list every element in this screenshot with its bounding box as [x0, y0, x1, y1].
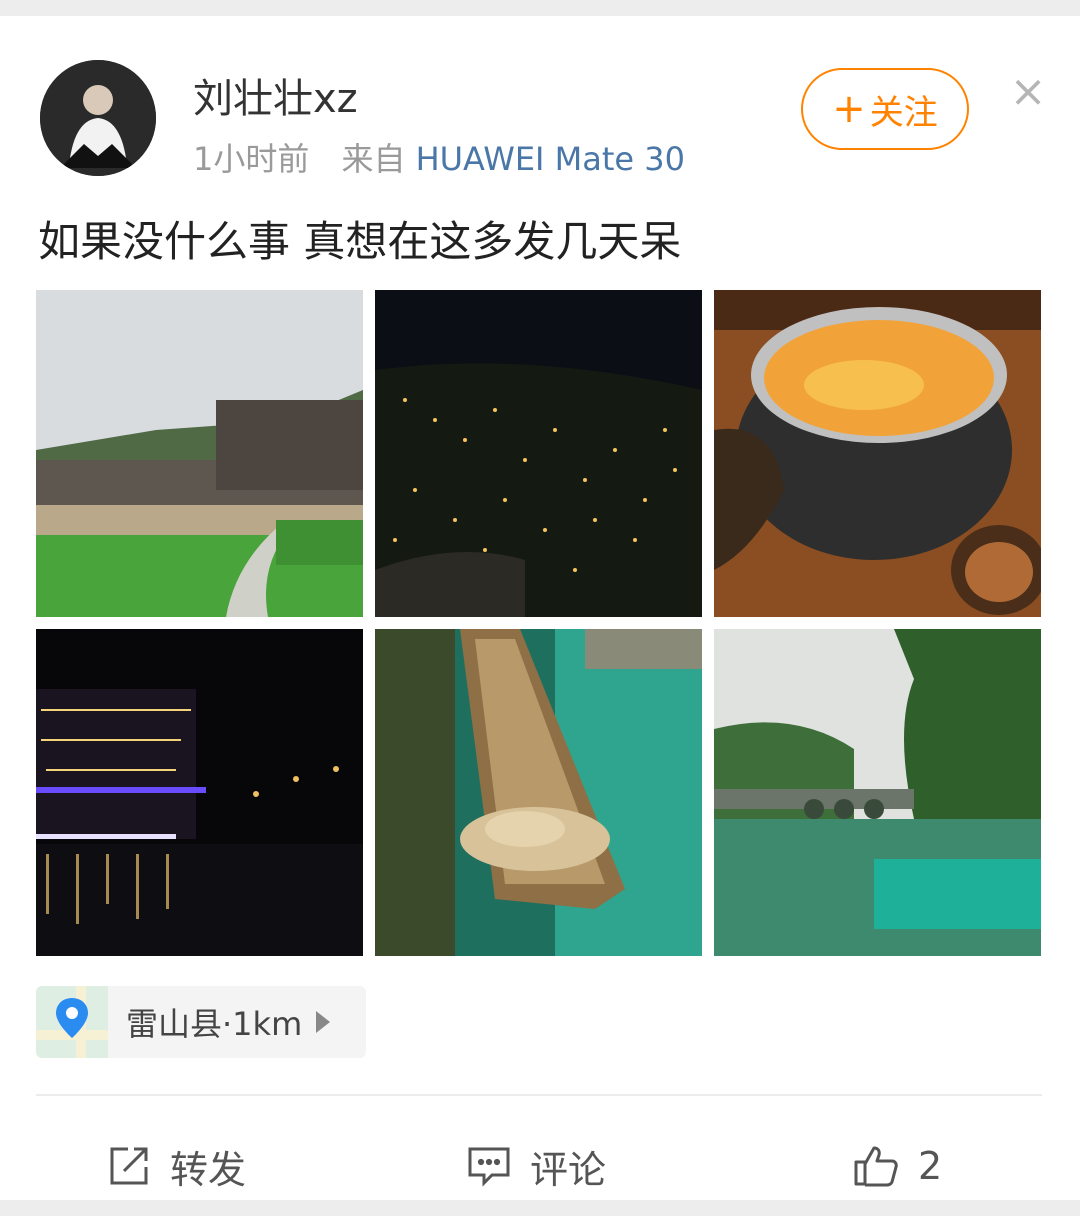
boat-hat-photo[interactable] — [375, 629, 702, 956]
location-tag[interactable]: 雷山县·1km — [36, 986, 366, 1058]
comment-icon — [466, 1143, 512, 1189]
hotpot-photo[interactable] — [714, 290, 1041, 617]
source-prefix: 来自 — [341, 140, 406, 178]
location-label: 雷山县·1km — [126, 1005, 303, 1043]
river-night-photo[interactable] — [36, 629, 363, 956]
follow-button[interactable]: + 关注 — [801, 68, 969, 150]
comment-button[interactable]: 评论 — [466, 1116, 606, 1216]
post-time: 1小时前 — [193, 140, 310, 178]
chevron-right-icon — [316, 1011, 331, 1033]
plus-icon: + — [832, 86, 866, 132]
action-bar: 转发 评论 2 — [0, 1116, 1080, 1216]
village-night-photo[interactable] — [375, 290, 702, 617]
avatar[interactable] — [40, 60, 156, 176]
device-link[interactable]: HUAWEI Mate 30 — [416, 140, 685, 178]
comment-label: 评论 — [530, 1147, 607, 1192]
thumbs-up-icon — [852, 1142, 900, 1190]
like-count: 2 — [918, 1144, 943, 1188]
like-button[interactable]: 2 — [852, 1116, 942, 1216]
location-pin-icon — [36, 986, 108, 1058]
green-river-bridge-photo[interactable] — [714, 629, 1041, 956]
repost-label: 转发 — [170, 1147, 247, 1192]
village-field-photo[interactable] — [36, 290, 363, 617]
share-icon — [106, 1143, 152, 1189]
repost-button[interactable]: 转发 — [106, 1116, 246, 1216]
post-meta: 1小时前 来自 HUAWEI Mate 30 — [193, 134, 707, 180]
divider — [36, 1094, 1042, 1096]
author-name[interactable]: 刘壮壮xz — [193, 66, 358, 124]
follow-label: 关注 — [869, 92, 938, 133]
close-icon[interactable]: × — [1008, 70, 1048, 114]
post-text: 如果没什么事 真想在这多发几天呆 — [38, 217, 682, 266]
post-card: 刘壮壮xz 1小时前 来自 HUAWEI Mate 30 + 关注 × 如果没什么… — [0, 16, 1080, 1200]
photo-grid — [36, 290, 1042, 956]
